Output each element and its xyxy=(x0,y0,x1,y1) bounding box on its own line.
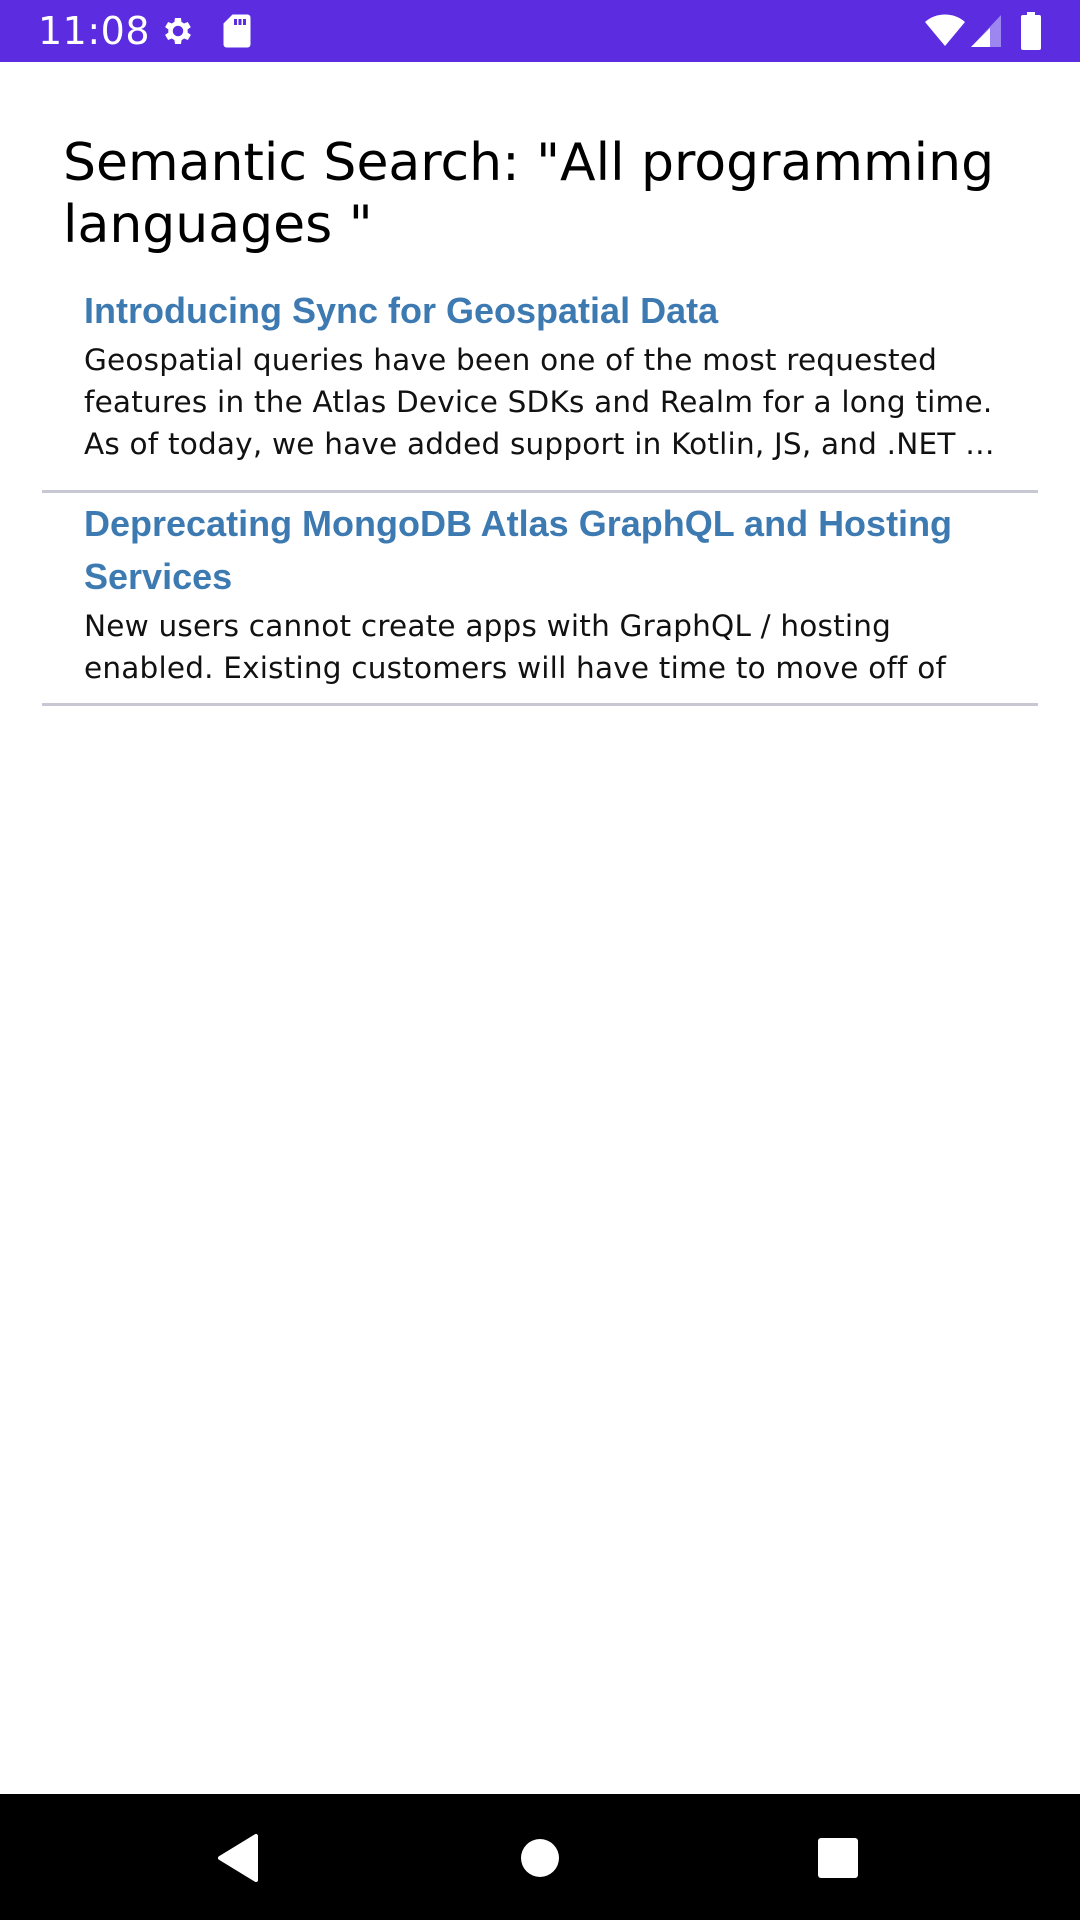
status-bar: 11:08 xyxy=(0,0,1080,62)
sd-card-icon xyxy=(222,13,252,54)
wifi-icon xyxy=(924,14,966,53)
status-time: 11:08 xyxy=(38,9,151,53)
app-screen: 11:08 Semantic Search: "All programming … xyxy=(0,0,1080,1920)
recents-icon[interactable] xyxy=(806,1826,870,1890)
back-icon[interactable] xyxy=(206,1826,270,1890)
result-title-link[interactable]: Deprecating MongoDB Atlas GraphQL and Ho… xyxy=(84,497,996,603)
signal-icon xyxy=(970,14,1002,53)
list-item[interactable]: Introducing Sync for Geospatial Data Geo… xyxy=(42,280,1038,493)
result-summary: New users cannot create apps with GraphQ… xyxy=(84,609,947,685)
page-title: Semantic Search: "All programming langua… xyxy=(63,133,995,255)
list-item[interactable]: Deprecating MongoDB Atlas GraphQL and Ho… xyxy=(42,493,1038,706)
navigation-bar xyxy=(0,1794,1080,1920)
home-icon[interactable] xyxy=(508,1826,572,1890)
result-title-link[interactable]: Introducing Sync for Geospatial Data xyxy=(84,284,996,337)
results-list: Introducing Sync for Geospatial Data Geo… xyxy=(42,280,1038,706)
gear-icon xyxy=(160,13,196,54)
result-summary: Geospatial queries have been one of the … xyxy=(84,343,995,461)
battery-icon xyxy=(1020,12,1042,55)
